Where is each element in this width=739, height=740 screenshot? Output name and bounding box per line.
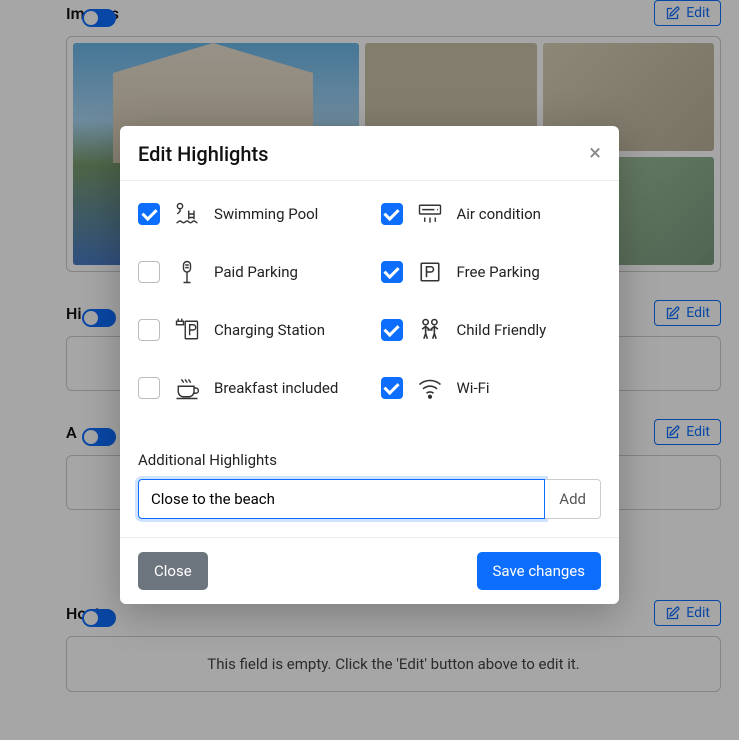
amenity-checkbox[interactable] — [138, 377, 160, 399]
amenity-checkbox[interactable] — [138, 261, 160, 283]
additional-highlights-label: Additional Highlights — [138, 451, 601, 469]
close-icon: × — [589, 141, 601, 166]
paid-parking-icon — [172, 257, 202, 287]
amenity-checkbox[interactable] — [381, 203, 403, 225]
free-parking-icon — [415, 257, 445, 287]
amenity-label: Wi-Fi — [457, 379, 490, 397]
amenity-wifi: Wi-Fi — [381, 373, 602, 403]
amenity-swimming-pool: Swimming Pool — [138, 199, 359, 229]
amenities-grid: Swimming Pool Air condition Paid Parking… — [138, 199, 601, 403]
add-highlight-button[interactable]: Add — [545, 479, 601, 519]
amenity-checkbox[interactable] — [381, 377, 403, 399]
edit-highlights-modal: Edit Highlights × Swimming Pool Air cond… — [120, 126, 619, 604]
ac-icon — [415, 199, 445, 229]
save-changes-button[interactable]: Save changes — [477, 552, 601, 590]
amenity-paid-parking: Paid Parking — [138, 257, 359, 287]
amenity-air-condition: Air condition — [381, 199, 602, 229]
modal-title: Edit Highlights — [138, 142, 268, 166]
amenity-checkbox[interactable] — [381, 261, 403, 283]
amenity-label: Breakfast included — [214, 379, 338, 397]
amenity-breakfast: Breakfast included — [138, 373, 359, 403]
modal-close-footer-button[interactable]: Close — [138, 552, 208, 590]
amenity-free-parking: Free Parking — [381, 257, 602, 287]
breakfast-icon — [172, 373, 202, 403]
child-icon — [415, 315, 445, 345]
amenity-label: Air condition — [457, 205, 541, 223]
amenity-child-friendly: Child Friendly — [381, 315, 602, 345]
additional-highlights-input[interactable] — [138, 479, 545, 519]
amenity-checkbox[interactable] — [381, 319, 403, 341]
charging-icon — [172, 315, 202, 345]
amenity-label: Charging Station — [214, 321, 325, 339]
wifi-icon — [415, 373, 445, 403]
amenity-label: Free Parking — [457, 263, 540, 281]
amenity-checkbox[interactable] — [138, 203, 160, 225]
pool-icon — [172, 199, 202, 229]
amenity-label: Swimming Pool — [214, 205, 318, 223]
amenity-label: Child Friendly — [457, 321, 547, 339]
amenity-checkbox[interactable] — [138, 319, 160, 341]
amenity-charging-station: Charging Station — [138, 315, 359, 345]
modal-close-button[interactable]: × — [589, 143, 601, 165]
amenity-label: Paid Parking — [214, 263, 298, 281]
